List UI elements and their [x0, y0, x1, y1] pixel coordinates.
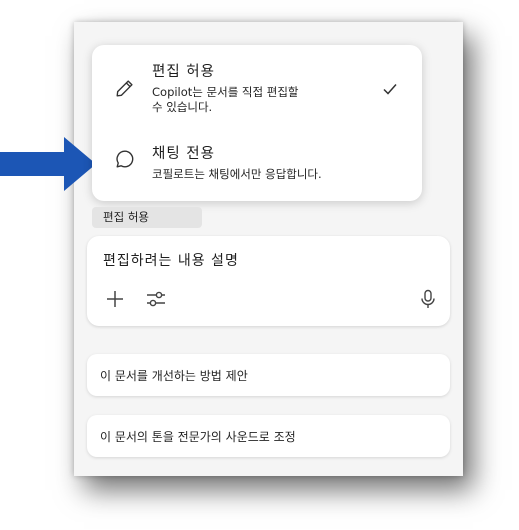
mode-chip[interactable]: 편집 허용	[92, 207, 202, 228]
composer-input[interactable]: 편집하려는 내용 설명	[103, 250, 239, 270]
suggestion-label: 이 문서의 톤을 전문가의 사운드로 조정	[100, 430, 296, 444]
sliders-icon[interactable]	[145, 288, 167, 310]
menu-item-allow-editing[interactable]: 편집 허용 Copilot는 문서를 직접 편집할 수 있습니다.	[92, 45, 422, 125]
menu-item-title: 편집 허용	[152, 64, 215, 80]
menu-item-title: 채팅 전용	[152, 146, 215, 162]
suggestion-label: 이 문서를 개선하는 방법 제안	[100, 369, 248, 383]
checkmark-icon	[383, 84, 397, 95]
menu-item-description: Copilot는 문서를 직접 편집할	[152, 85, 299, 99]
menu-item-chat-only[interactable]: 채팅 전용 코필로트는 채팅에서만 응답합니다.	[92, 135, 422, 201]
composer-box[interactable]: 편집하려는 내용 설명	[87, 236, 450, 326]
suggestion-card[interactable]: 이 문서의 톤을 전문가의 사운드로 조정	[87, 415, 450, 457]
annotation-arrow-icon	[0, 137, 96, 191]
suggestion-card[interactable]: 이 문서를 개선하는 방법 제안	[87, 354, 450, 396]
menu-item-description: 코필로트는 채팅에서만 응답합니다.	[152, 167, 322, 181]
mode-menu: 편집 허용 Copilot는 문서를 직접 편집할 수 있습니다. 채팅 전용 …	[92, 45, 422, 201]
chat-bubble-icon	[116, 150, 134, 168]
menu-item-description-line2: 수 있습니다.	[152, 100, 213, 114]
microphone-icon[interactable]	[417, 288, 439, 310]
pencil-icon	[116, 80, 133, 97]
plus-icon[interactable]	[104, 288, 126, 310]
